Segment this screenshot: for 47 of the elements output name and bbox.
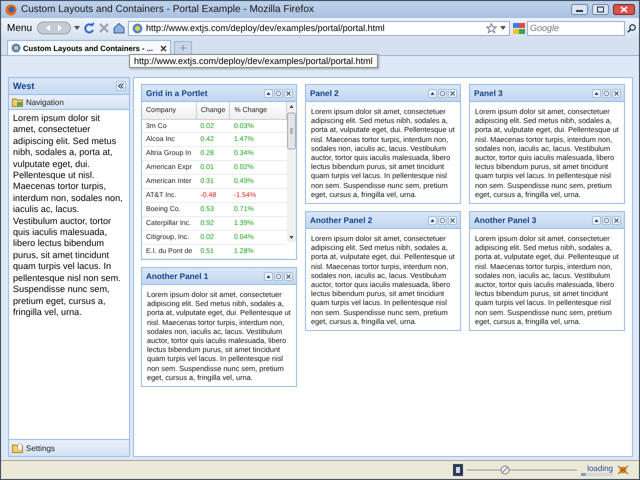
accordion-header[interactable]: Navigation bbox=[9, 95, 129, 110]
collapse-icon[interactable] bbox=[116, 81, 126, 91]
panel-title: Another Panel 3 bbox=[474, 216, 536, 225]
panel-title: Another Panel 2 bbox=[310, 216, 372, 225]
bug-icon[interactable] bbox=[617, 464, 629, 476]
panel-title: Another Panel 1 bbox=[146, 272, 208, 280]
close-icon[interactable] bbox=[284, 88, 293, 98]
status-text: loading bbox=[587, 464, 613, 473]
minimize-button[interactable] bbox=[571, 4, 588, 15]
accordion-header[interactable]: Settings bbox=[9, 439, 129, 456]
collapse-icon[interactable] bbox=[592, 88, 601, 98]
tooltip: http://www.extjs.com/deploy/dev/examples/portal/portal.html bbox=[129, 54, 378, 68]
panel-title: Panel 3 bbox=[474, 88, 503, 98]
panel-title: West bbox=[13, 81, 34, 91]
panel-title: Grid in a Portlet bbox=[146, 88, 208, 98]
search-engine-icon[interactable] bbox=[513, 22, 525, 34]
collapse-icon[interactable] bbox=[428, 88, 437, 98]
caret-icon[interactable] bbox=[74, 25, 80, 31]
panel-text: Lorem ipsum dolor sit amet, consectetuer adipiscing elit. Sed metus nibh, sodales a, porta at, vulputate eget, dui. Pellentesque ut nisl. Maecenas tortor turpis, interdum non, sodales non, iaculis ac, lacus. Vestibulum auctor, tortor quis iaculis malesuada, libero lectus bibendum purus, sit amet tincidunt quam turpis vel lacus. In pellentesque nisl non sem. Suspendisse nunc sem, pretium eget, cursus a, fringilla vel, urna. bbox=[12, 112, 124, 319]
addon-icon bbox=[453, 464, 463, 476]
close-icon[interactable] bbox=[612, 216, 621, 225]
close-button[interactable] bbox=[613, 4, 635, 15]
address-field[interactable]: http://www.extjs.com/deploy/dev/examples/portal/portal.html bbox=[128, 20, 510, 36]
window-title: Custom Layouts and Containers - Portal Example - Mozilla Firefox bbox=[21, 4, 315, 15]
close-icon[interactable] bbox=[612, 88, 621, 98]
maximize-button[interactable] bbox=[592, 4, 609, 15]
search-field[interactable]: Google bbox=[527, 20, 625, 36]
collapse-icon[interactable] bbox=[264, 272, 273, 280]
home-icon[interactable] bbox=[113, 22, 126, 34]
firefox-icon bbox=[5, 4, 17, 16]
close-icon[interactable] bbox=[284, 272, 293, 280]
star-icon[interactable] bbox=[486, 22, 497, 34]
caret-icon[interactable] bbox=[500, 25, 506, 31]
close-icon[interactable] bbox=[448, 216, 457, 225]
collapse-icon[interactable] bbox=[592, 216, 601, 225]
reload-icon[interactable] bbox=[83, 22, 96, 34]
close-icon[interactable] bbox=[448, 88, 457, 98]
site-icon bbox=[11, 43, 21, 53]
site-icon bbox=[132, 22, 144, 34]
search-icon[interactable] bbox=[627, 24, 636, 32]
close-icon[interactable] bbox=[160, 44, 167, 52]
menu-button[interactable]: Menu bbox=[5, 22, 34, 34]
panel-title: Panel 2 bbox=[310, 88, 339, 98]
folder-icon bbox=[12, 97, 23, 107]
folder-icon bbox=[12, 443, 23, 453]
collapse-icon[interactable] bbox=[428, 216, 437, 225]
collapse-icon[interactable] bbox=[264, 88, 273, 98]
